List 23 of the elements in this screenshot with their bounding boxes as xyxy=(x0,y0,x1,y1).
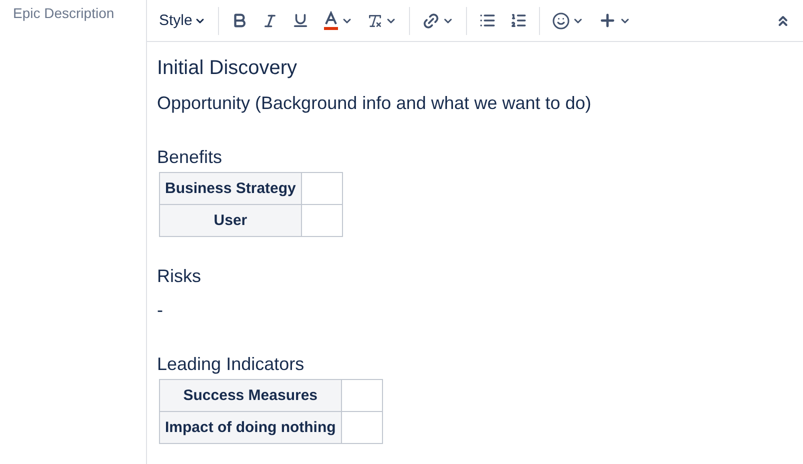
section-heading: Opportunity (Background info and what we want to do) xyxy=(157,92,592,114)
table-cell xyxy=(301,204,342,236)
field-label: Epic Description xyxy=(13,5,114,21)
table-header-cell: Impact of doing nothing xyxy=(160,412,342,444)
style-dropdown[interactable]: Style xyxy=(153,4,212,36)
table-header-cell: Business Strategy xyxy=(160,172,302,204)
underline-icon xyxy=(292,12,310,29)
table-header-cell: Success Measures xyxy=(160,380,342,412)
paragraph: - xyxy=(157,299,164,321)
bold-icon xyxy=(231,12,248,29)
table-cell xyxy=(341,380,382,412)
clear-formatting-icon xyxy=(367,12,384,28)
italic-icon xyxy=(262,12,278,28)
bullet-list-icon xyxy=(479,12,496,29)
section-heading: Leading Indicators xyxy=(157,353,306,375)
heading: Initial Discovery xyxy=(157,56,298,80)
section-heading: Risks xyxy=(157,265,202,287)
table-header-cell: User xyxy=(160,204,302,236)
section-heading: Benefits xyxy=(157,146,224,168)
table-cell xyxy=(341,412,382,444)
smiley-icon xyxy=(552,12,570,30)
numbered-list-icon xyxy=(510,12,528,29)
table-cell xyxy=(301,172,342,204)
